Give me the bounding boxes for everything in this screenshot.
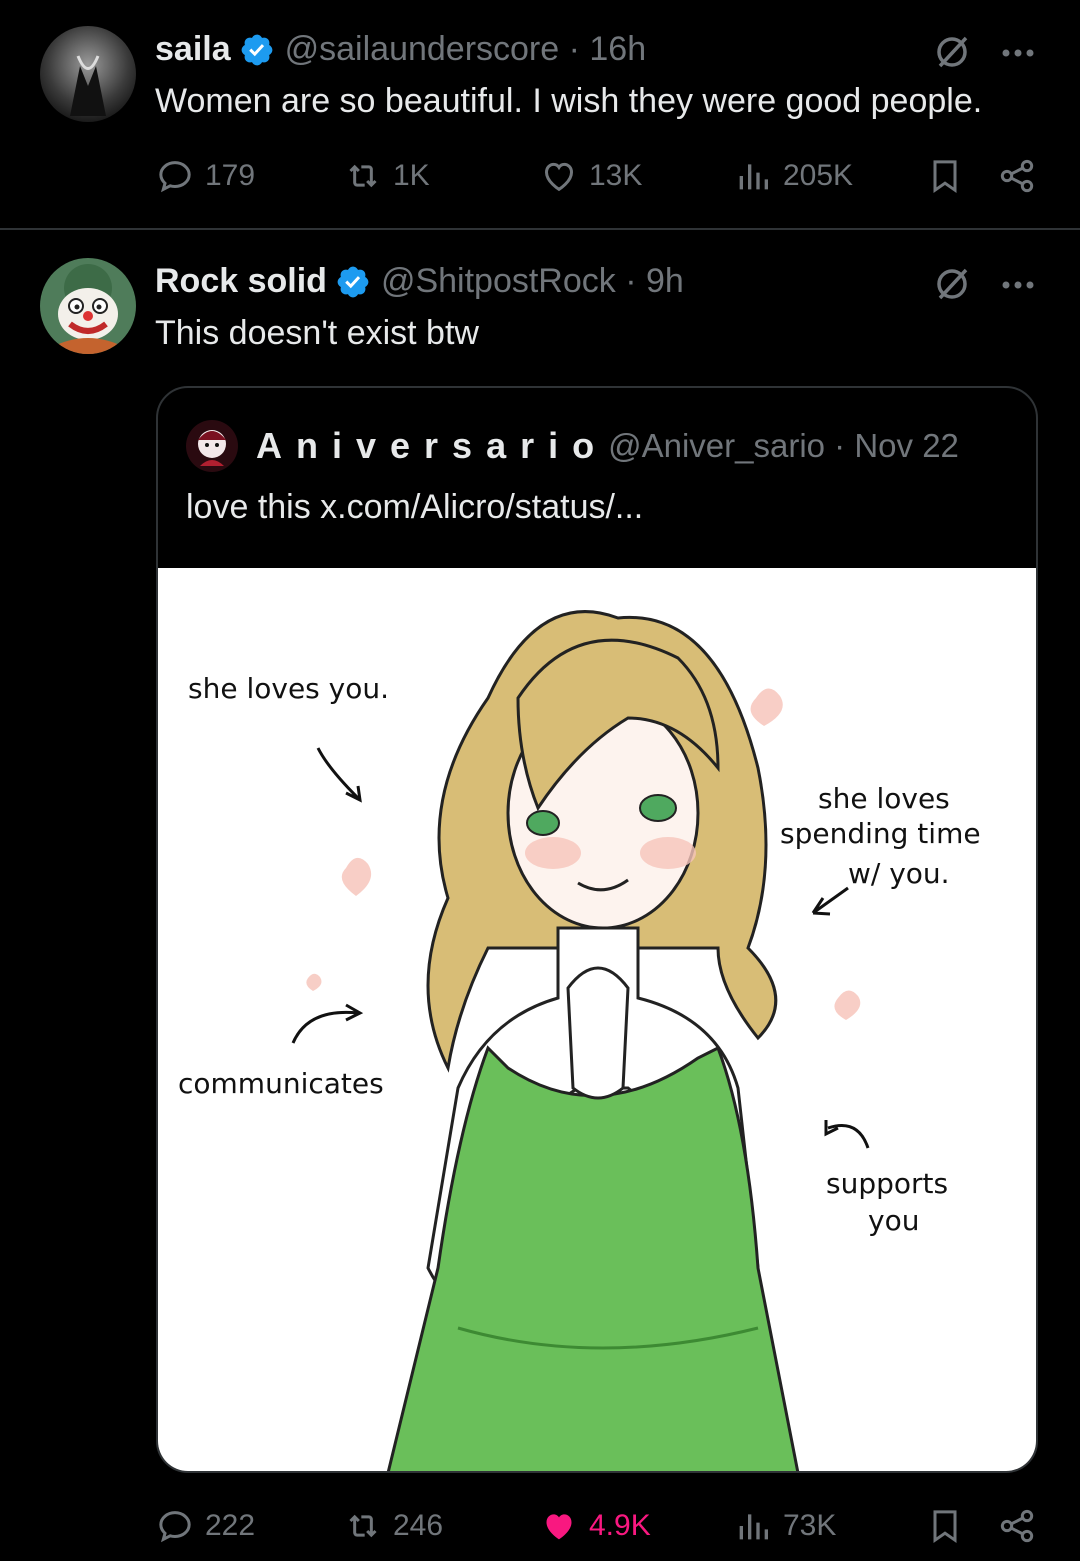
tweet-divider [0,228,1080,230]
reply-icon [159,1511,191,1543]
display-name[interactable]: saila [155,30,231,69]
annotation-supports-line2: you [868,1204,919,1237]
quote-avatar[interactable] [186,420,238,472]
verified-badge-icon [335,264,371,300]
repost-icon [349,164,377,188]
share-button[interactable] [997,156,1037,196]
quote-image[interactable]: she loves you. she loves spending time w… [158,568,1036,1471]
heart-icon [544,162,574,192]
annotation-she-loves-line3: w/ you. [848,857,950,890]
avatar[interactable] [40,258,136,354]
quote-handle-and-time[interactable]: @Aniver_sario · Nov 22 [608,427,959,465]
like-button[interactable]: 13K [539,156,642,196]
repost-button[interactable]: 1K [343,156,430,196]
grok-icon[interactable] [932,32,972,77]
heart-filled-icon [546,1514,572,1540]
annotation-she-loves-line2: spending time [780,817,981,850]
like-button[interactable]: 4.9K [539,1506,651,1546]
bookmark-button[interactable] [925,1506,965,1546]
reply-count: 179 [205,159,256,192]
views-icon [739,1514,768,1540]
display-name[interactable]: Rock solid [155,262,327,301]
bookmark-icon [933,160,957,194]
reply-button[interactable]: 179 [155,156,255,196]
repost-button[interactable]: 246 [343,1506,443,1546]
verified-badge-icon [239,32,275,68]
views-button[interactable]: 205K [733,156,853,196]
tweet-text: Women are so beautiful. I wish they were… [155,82,983,120]
bookmark-icon [933,1510,957,1544]
quote-display-name[interactable]: Aniversario [256,425,608,467]
views-button[interactable]: 73K [733,1506,836,1546]
annotation-supports-line1: supports [826,1167,948,1200]
more-options-icon[interactable] [1000,46,1036,64]
annotation-she-loves-line1: she loves [818,782,950,815]
views-icon [739,164,768,190]
annotation-she-loves-you: she loves you. [188,672,389,705]
share-button[interactable] [997,1506,1037,1546]
reply-button[interactable]: 222 [155,1506,255,1546]
view-count: 205K [783,159,854,192]
quote-text: love this x.com/Alicro/status/... [186,488,644,526]
handle-and-time[interactable]: @ShitpostRock · 9h [381,262,684,301]
handle-and-time[interactable]: @sailaunderscore · 16h [285,30,646,69]
share-icon [1000,1509,1034,1543]
grok-icon[interactable] [932,264,972,309]
repost-icon [349,1514,377,1538]
share-icon [1000,159,1034,193]
repost-count: 1K [393,159,430,192]
reply-count: 222 [205,1509,256,1542]
annotation-communicates: communicates [178,1067,384,1100]
reply-icon [159,161,191,193]
avatar[interactable] [40,26,136,122]
bookmark-button[interactable] [925,156,965,196]
view-count: 73K [783,1509,837,1542]
repost-count: 246 [393,1509,444,1542]
tweet-text: This doesn't exist btw [155,314,479,352]
like-count: 13K [589,159,643,192]
like-count: 4.9K [589,1509,651,1542]
quoted-tweet[interactable]: Aniversario @Aniver_sario · Nov 22 love … [156,386,1038,1473]
more-options-icon[interactable] [1000,278,1036,296]
